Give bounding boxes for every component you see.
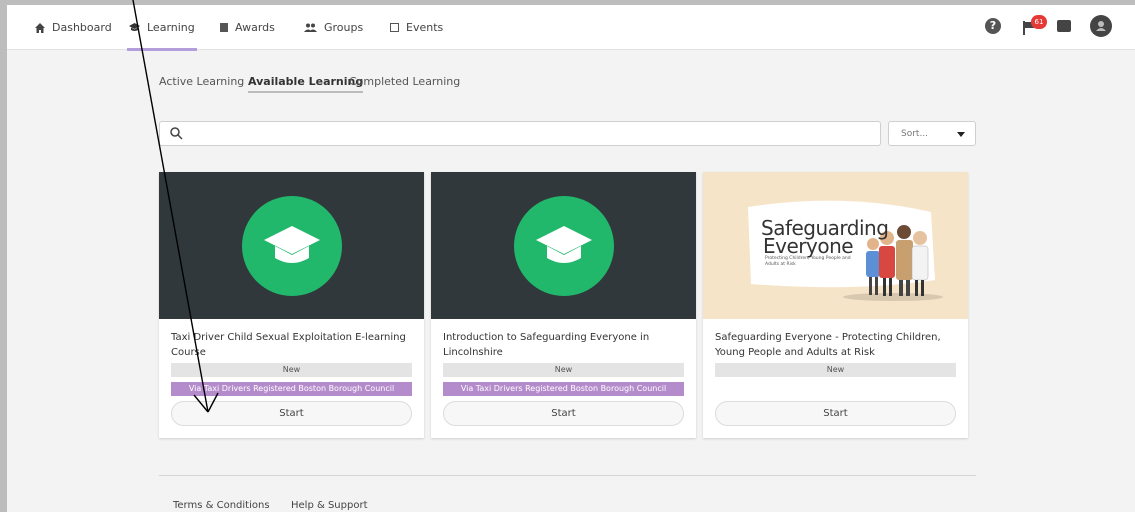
user-icon <box>1096 21 1106 31</box>
nav-learning-label: Learning <box>147 21 195 34</box>
new-badge: New <box>443 363 684 377</box>
tab-active-learning[interactable]: Active Learning <box>159 75 244 93</box>
start-button[interactable]: Start <box>171 401 412 426</box>
course-icon-circle <box>514 196 614 296</box>
tab-available-learning[interactable]: Available Learning <box>248 75 364 93</box>
nav-events-label: Events <box>406 21 444 34</box>
terms-link[interactable]: Terms & Conditions <box>173 500 270 511</box>
source-badge: Via Taxi Drivers Registered Boston Borou… <box>171 382 412 396</box>
people-icon <box>304 23 317 32</box>
nav-awards-label: Awards <box>235 21 275 34</box>
course-image: Safeguarding Everyone Protecting Childre… <box>703 172 968 319</box>
nav-groups[interactable]: Groups <box>304 5 363 50</box>
nav-learning[interactable]: Learning <box>127 5 197 51</box>
new-badge: New <box>715 363 956 377</box>
course-card[interactable]: Introduction to Safeguarding Everyone in… <box>431 172 696 438</box>
notifications-button[interactable]: 61 <box>1023 15 1047 39</box>
avatar[interactable] <box>1090 15 1112 37</box>
new-badge: New <box>171 363 412 377</box>
image-subtitle: Protecting Children, Young People and Ad… <box>765 256 851 267</box>
graduation-cap-icon <box>536 226 592 263</box>
course-card[interactable]: Safeguarding Everyone Protecting Childre… <box>703 172 968 438</box>
source-badge: Via Taxi Drivers Registered Boston Borou… <box>443 382 684 396</box>
start-button[interactable]: Start <box>443 401 684 426</box>
start-button[interactable]: Start <box>715 401 956 426</box>
course-title: Safeguarding Everyone - Protecting Child… <box>715 332 941 358</box>
graduation-cap-icon <box>129 23 140 31</box>
image-title-line2: Everyone <box>763 234 854 258</box>
nav-awards[interactable]: Awards <box>220 5 275 50</box>
help-icon[interactable]: ? <box>985 18 1001 34</box>
sort-select[interactable]: Sort... <box>888 121 976 146</box>
tab-completed-learning[interactable]: Completed Learning <box>349 75 460 93</box>
course-card[interactable]: Taxi Driver Child Sexual Exploitation E-… <box>159 172 424 438</box>
nav-dashboard-label: Dashboard <box>52 21 112 34</box>
notification-badge: 61 <box>1031 15 1047 29</box>
sort-label: Sort... <box>901 128 929 139</box>
nav-groups-label: Groups <box>324 21 364 34</box>
search-icon <box>170 127 183 140</box>
help-support-link[interactable]: Help & Support <box>291 500 367 511</box>
chevron-down-icon <box>957 132 965 137</box>
nav-events[interactable]: Events <box>390 5 443 50</box>
course-title: Taxi Driver Child Sexual Exploitation E-… <box>171 332 406 358</box>
nav-dashboard[interactable]: Dashboard <box>35 5 112 50</box>
home-icon <box>35 22 45 33</box>
footer-divider <box>159 475 976 476</box>
top-nav: Dashboard Learning Awards Groups Events … <box>7 5 1135 51</box>
course-image <box>431 172 696 319</box>
search-input[interactable] <box>159 121 881 146</box>
book-icon <box>220 23 228 32</box>
course-image <box>159 172 424 319</box>
course-icon-circle <box>242 196 342 296</box>
graduation-cap-icon <box>264 226 320 263</box>
messages-icon[interactable] <box>1057 20 1071 32</box>
calendar-icon <box>390 23 399 32</box>
course-title: Introduction to Safeguarding Everyone in… <box>443 332 650 358</box>
